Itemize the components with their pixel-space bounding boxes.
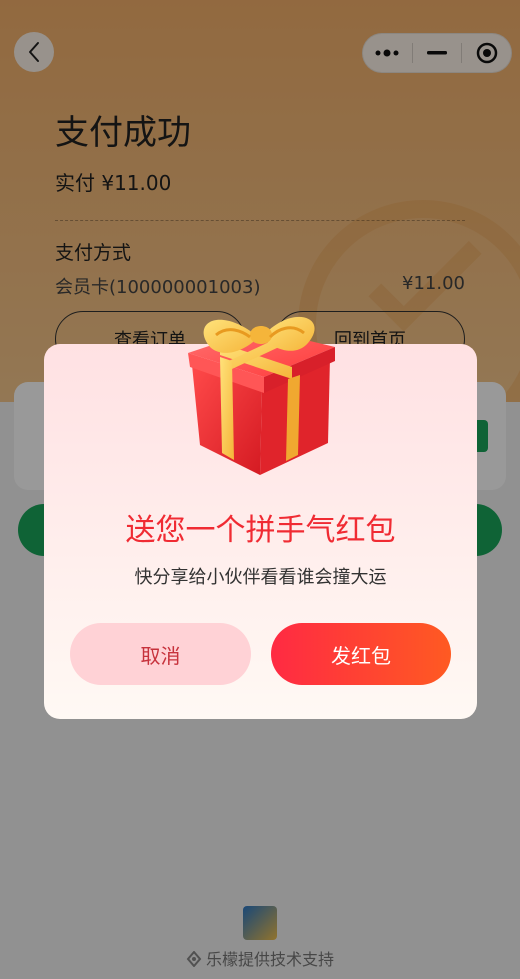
modal-subtitle: 快分享给小伙伴看看谁会撞大运 bbox=[134, 567, 387, 588]
gift-box-icon bbox=[188, 316, 335, 475]
cancel-button[interactable]: 取消 bbox=[70, 623, 251, 685]
send-red-packet-button[interactable]: 发红包 bbox=[271, 623, 451, 685]
modal-title: 送您一个拼手气红包 bbox=[125, 513, 396, 548]
